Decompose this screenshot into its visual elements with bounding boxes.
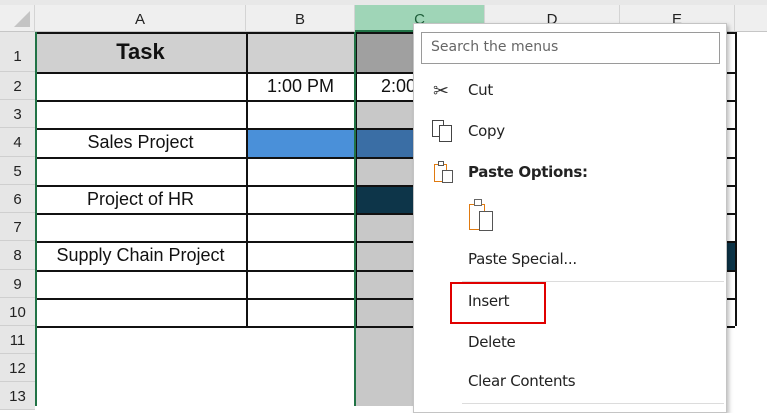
row-header-11[interactable]: 11 [0, 326, 35, 354]
row-header-7[interactable]: 7 [0, 213, 35, 241]
menu-item-insert[interactable]: Insert [468, 292, 510, 310]
cell-b2[interactable]: 1:00 PM [246, 72, 355, 100]
menu-item-delete[interactable]: Delete [468, 333, 516, 351]
menu-item-copy[interactable]: Copy [468, 122, 505, 140]
sales-bar-c [357, 128, 415, 157]
search-menus-input[interactable]: Search the menus [421, 32, 720, 64]
c1-fill [357, 32, 415, 72]
menu-item-cut[interactable]: Cut [468, 81, 493, 99]
column-header-a[interactable]: A [35, 5, 246, 32]
row-header-12[interactable]: 12 [0, 354, 35, 382]
row-header-5[interactable]: 5 [0, 157, 35, 185]
row-header-8[interactable]: 8 [0, 241, 35, 270]
row-header-6[interactable]: 6 [0, 185, 35, 213]
cell-c2-text: 2:00 PM [381, 75, 413, 96]
context-menu: Search the menus ✂ Cut Copy Paste Option… [413, 23, 727, 413]
row-header-2[interactable]: 2 [0, 72, 35, 100]
row-header-4[interactable]: 4 [0, 128, 35, 157]
select-all-button[interactable] [0, 5, 35, 32]
cell-a1[interactable]: Task [35, 32, 246, 72]
menu-item-clear-contents[interactable]: Clear Contents [468, 372, 576, 390]
cell-a4[interactable]: Sales Project [35, 128, 246, 157]
scissors-icon: ✂ [433, 81, 449, 102]
paste-icon [434, 160, 456, 184]
menu-separator [462, 403, 724, 404]
row-header-3[interactable]: 3 [0, 100, 35, 128]
paste-options-label: Paste Options: [468, 163, 588, 181]
paste-option-button[interactable] [469, 198, 499, 234]
row-header-10[interactable]: 10 [0, 298, 35, 326]
column-a-selection-edge [35, 32, 37, 406]
grid-column-line [735, 32, 737, 326]
row-header-1[interactable]: 1 [0, 32, 35, 72]
sales-bar-b [246, 128, 355, 157]
cell-a6[interactable]: Project of HR [35, 185, 246, 213]
cell-a8[interactable]: Supply Chain Project [35, 241, 246, 270]
row-header-9[interactable]: 9 [0, 270, 35, 298]
hr-bar-c [357, 185, 415, 213]
column-header-f[interactable] [735, 5, 767, 32]
column-header-b[interactable]: B [246, 5, 355, 32]
copy-icon [432, 120, 454, 142]
cell-c2[interactable]: 2:00 PM [360, 72, 413, 100]
menu-item-paste-special[interactable]: Paste Special... [468, 250, 577, 268]
